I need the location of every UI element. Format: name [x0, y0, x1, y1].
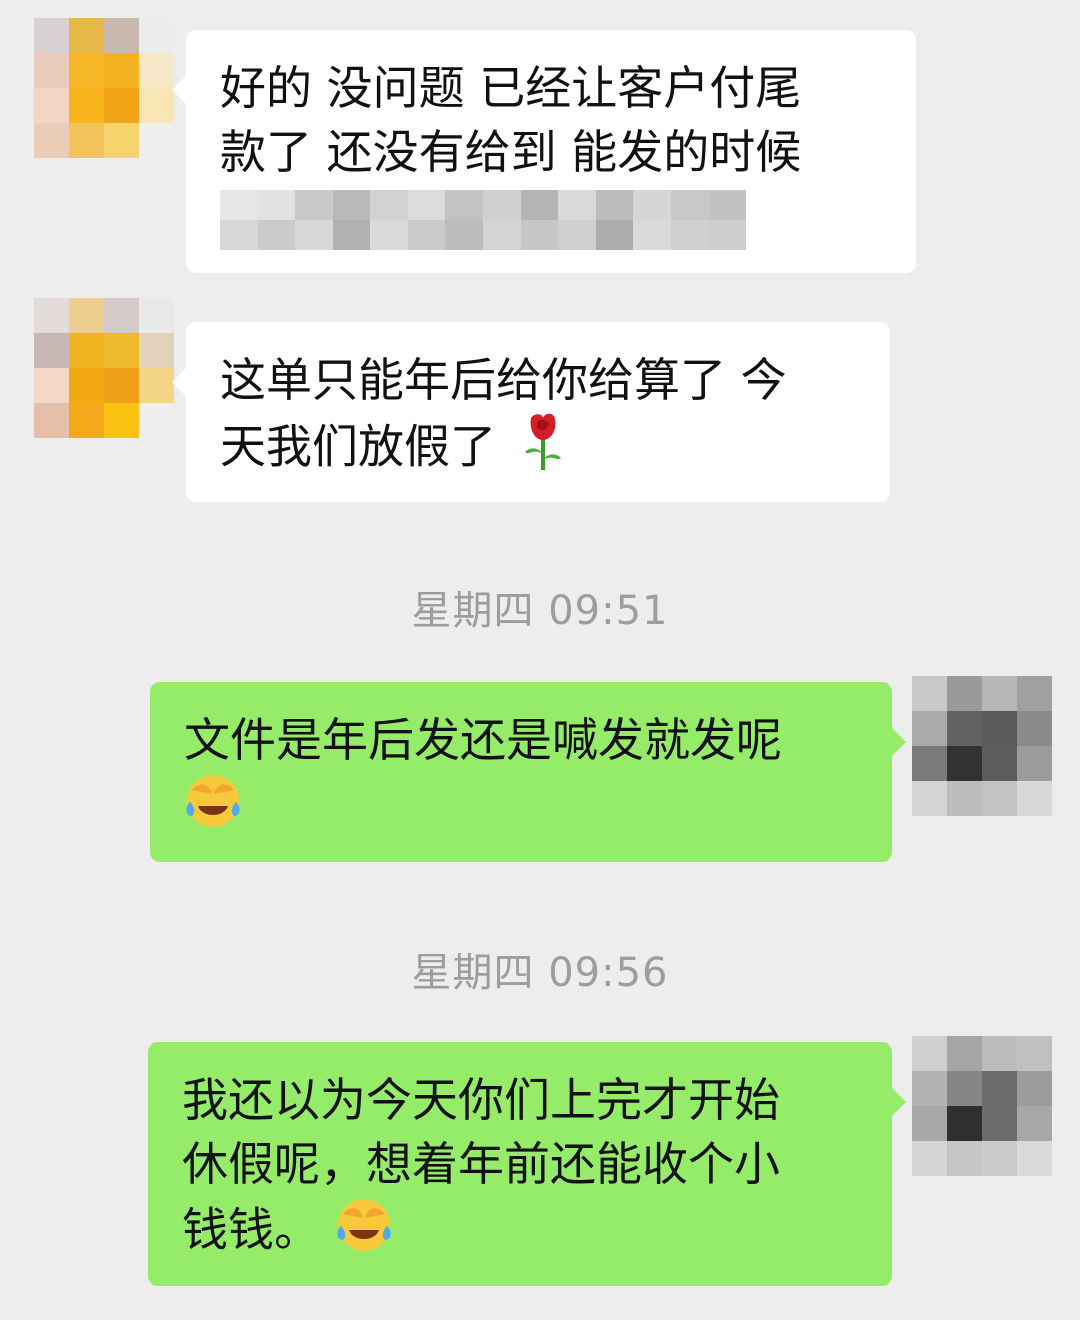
timestamp-label: 星期四 09:56: [411, 950, 669, 996]
my-avatar[interactable]: [912, 676, 1052, 816]
message-text-line: 这单只能年后给你给算了 今: [220, 353, 787, 407]
contact-avatar[interactable]: [34, 298, 174, 438]
incoming-message-bubble[interactable]: 好的 没问题 已经让客户付尾 款了 还没有给到 能发的时候: [172, 30, 916, 273]
emoji-line: [184, 772, 858, 846]
rose-icon: [521, 412, 565, 488]
outgoing-message-bubble[interactable]: 我还以为今天你们上完才开始 休假呢，想着年前还能收个小 钱钱。: [148, 1042, 906, 1286]
message-text-line: 我还以为今天你们上完才开始: [182, 1073, 780, 1127]
message-text-line-with-emoji: 钱钱。: [182, 1196, 858, 1270]
message-text-line: 好的 没问题 已经让客户付尾: [220, 61, 802, 115]
contact-avatar[interactable]: [34, 18, 174, 158]
message-text: 天我们放假了: [220, 419, 496, 474]
message-text-line-with-emoji: 天我们放假了: [220, 412, 856, 488]
my-avatar[interactable]: [912, 1036, 1052, 1176]
message-text-line: 休假呢，想着年前还能收个小: [182, 1137, 780, 1191]
message-text-line: 文件是年后发还是喊发就发呢: [184, 713, 782, 767]
outgoing-message-bubble[interactable]: 文件是年后发还是喊发就发呢: [150, 682, 906, 862]
redacted-text-mosaic: [220, 190, 747, 250]
face-palm-crying-icon: [335, 1196, 393, 1270]
message-text: 钱钱。: [182, 1202, 320, 1257]
incoming-message-bubble[interactable]: 这单只能年后给你给算了 今 天我们放假了: [172, 322, 890, 502]
timestamp-label: 星期四 09:51: [411, 588, 669, 634]
message-text-line: 款了 还没有给到 能发的时候: [220, 125, 802, 179]
face-palm-crying-icon: [184, 772, 242, 846]
